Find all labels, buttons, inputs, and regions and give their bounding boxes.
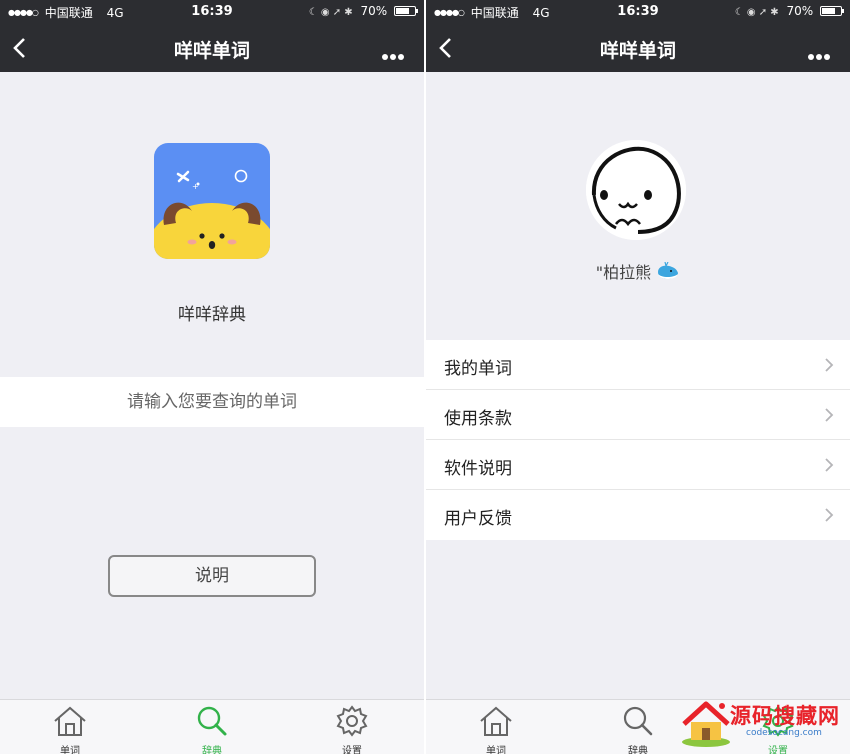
username: "柏拉熊 <box>426 259 850 283</box>
chevron-right-icon <box>825 358 834 372</box>
avatar[interactable] <box>586 140 686 240</box>
status-icons: ☾ ◉ ➚ ✱ <box>734 7 779 18</box>
home-icon <box>54 706 86 736</box>
whale-emoji-icon <box>658 262 679 279</box>
username-text: "柏拉熊 <box>595 263 652 282</box>
watermark-url: codesocang.com <box>746 728 822 738</box>
tab-dictionary[interactable]: 辞典 <box>182 704 242 754</box>
tab-label-words: 单词 <box>60 746 80 754</box>
search-box <box>0 377 424 427</box>
battery-percent: 70% <box>360 4 388 18</box>
svg-text:+: + <box>192 182 199 191</box>
chevron-right-icon <box>825 508 834 522</box>
menu-item-about[interactable]: 软件说明 <box>426 440 850 490</box>
menu-item-terms[interactable]: 使用条款 <box>426 390 850 440</box>
chevron-right-icon <box>825 408 834 422</box>
settings-screen: ●●●●○ 中国联通 4G 16:39 ☾ ◉ ➚ ✱ 70% 咩咩单词 "柏拉 <box>426 0 850 754</box>
app-logo: + <box>154 143 270 259</box>
watermark: 源码搜藏网 codesocang.com <box>680 698 845 750</box>
more-icon[interactable] <box>382 45 412 60</box>
search-icon <box>623 706 653 736</box>
status-icons: ☾ ◉ ➚ ✱ <box>308 7 353 18</box>
house-logo-icon <box>682 701 730 747</box>
more-icon[interactable] <box>808 45 838 60</box>
search-input[interactable] <box>0 377 424 427</box>
status-bar: ●●●●○ 中国联通 4G 16:39 ☾ ◉ ➚ ✱ 70% <box>426 0 850 24</box>
nav-bar: 咩咩单词 <box>426 24 850 72</box>
tab-bar: 单词 辞典 设置 <box>0 699 424 754</box>
tab-label-settings: 设置 <box>342 746 362 754</box>
nav-bar: 咩咩单词 <box>0 24 424 72</box>
gear-icon <box>336 705 368 737</box>
battery-icon <box>394 6 418 16</box>
tab-label-dictionary: 辞典 <box>202 746 222 754</box>
tab-dictionary[interactable]: 辞典 <box>608 704 668 754</box>
home-icon <box>480 706 512 736</box>
tab-label-words: 单词 <box>486 746 506 754</box>
watermark-text: 源码搜藏网 <box>730 704 840 728</box>
menu-item-my-words[interactable]: 我的单词 <box>426 340 850 390</box>
search-icon <box>197 706 227 736</box>
dictionary-screen: ●●●●○ 中国联通 4G 16:39 ☾ ◉ ➚ ✱ 70% 咩咩单词 + 咩… <box>0 0 424 754</box>
settings-menu: 我的单词 使用条款 软件说明 用户反馈 <box>426 340 850 540</box>
info-button[interactable]: 说明 <box>108 555 316 597</box>
status-bar: ●●●●○ 中国联通 4G 16:39 ☾ ◉ ➚ ✱ 70% <box>0 0 424 24</box>
menu-item-label: 我的单词 <box>444 359 512 379</box>
battery-percent: 70% <box>786 4 814 18</box>
tab-words[interactable]: 单词 <box>40 704 100 754</box>
menu-item-label: 用户反馈 <box>444 509 512 529</box>
page-title: 咩咩单词 <box>599 40 676 62</box>
menu-item-label: 软件说明 <box>444 459 512 479</box>
tab-label-dictionary: 辞典 <box>628 746 648 754</box>
battery-icon <box>820 6 844 16</box>
menu-item-label: 使用条款 <box>444 409 512 429</box>
app-name: 咩咩辞典 <box>178 305 246 325</box>
menu-item-feedback[interactable]: 用户反馈 <box>426 490 850 540</box>
chevron-right-icon <box>825 458 834 472</box>
page-title: 咩咩单词 <box>173 40 250 62</box>
tab-settings[interactable]: 设置 <box>322 704 382 754</box>
tab-words[interactable]: 单词 <box>466 704 526 754</box>
